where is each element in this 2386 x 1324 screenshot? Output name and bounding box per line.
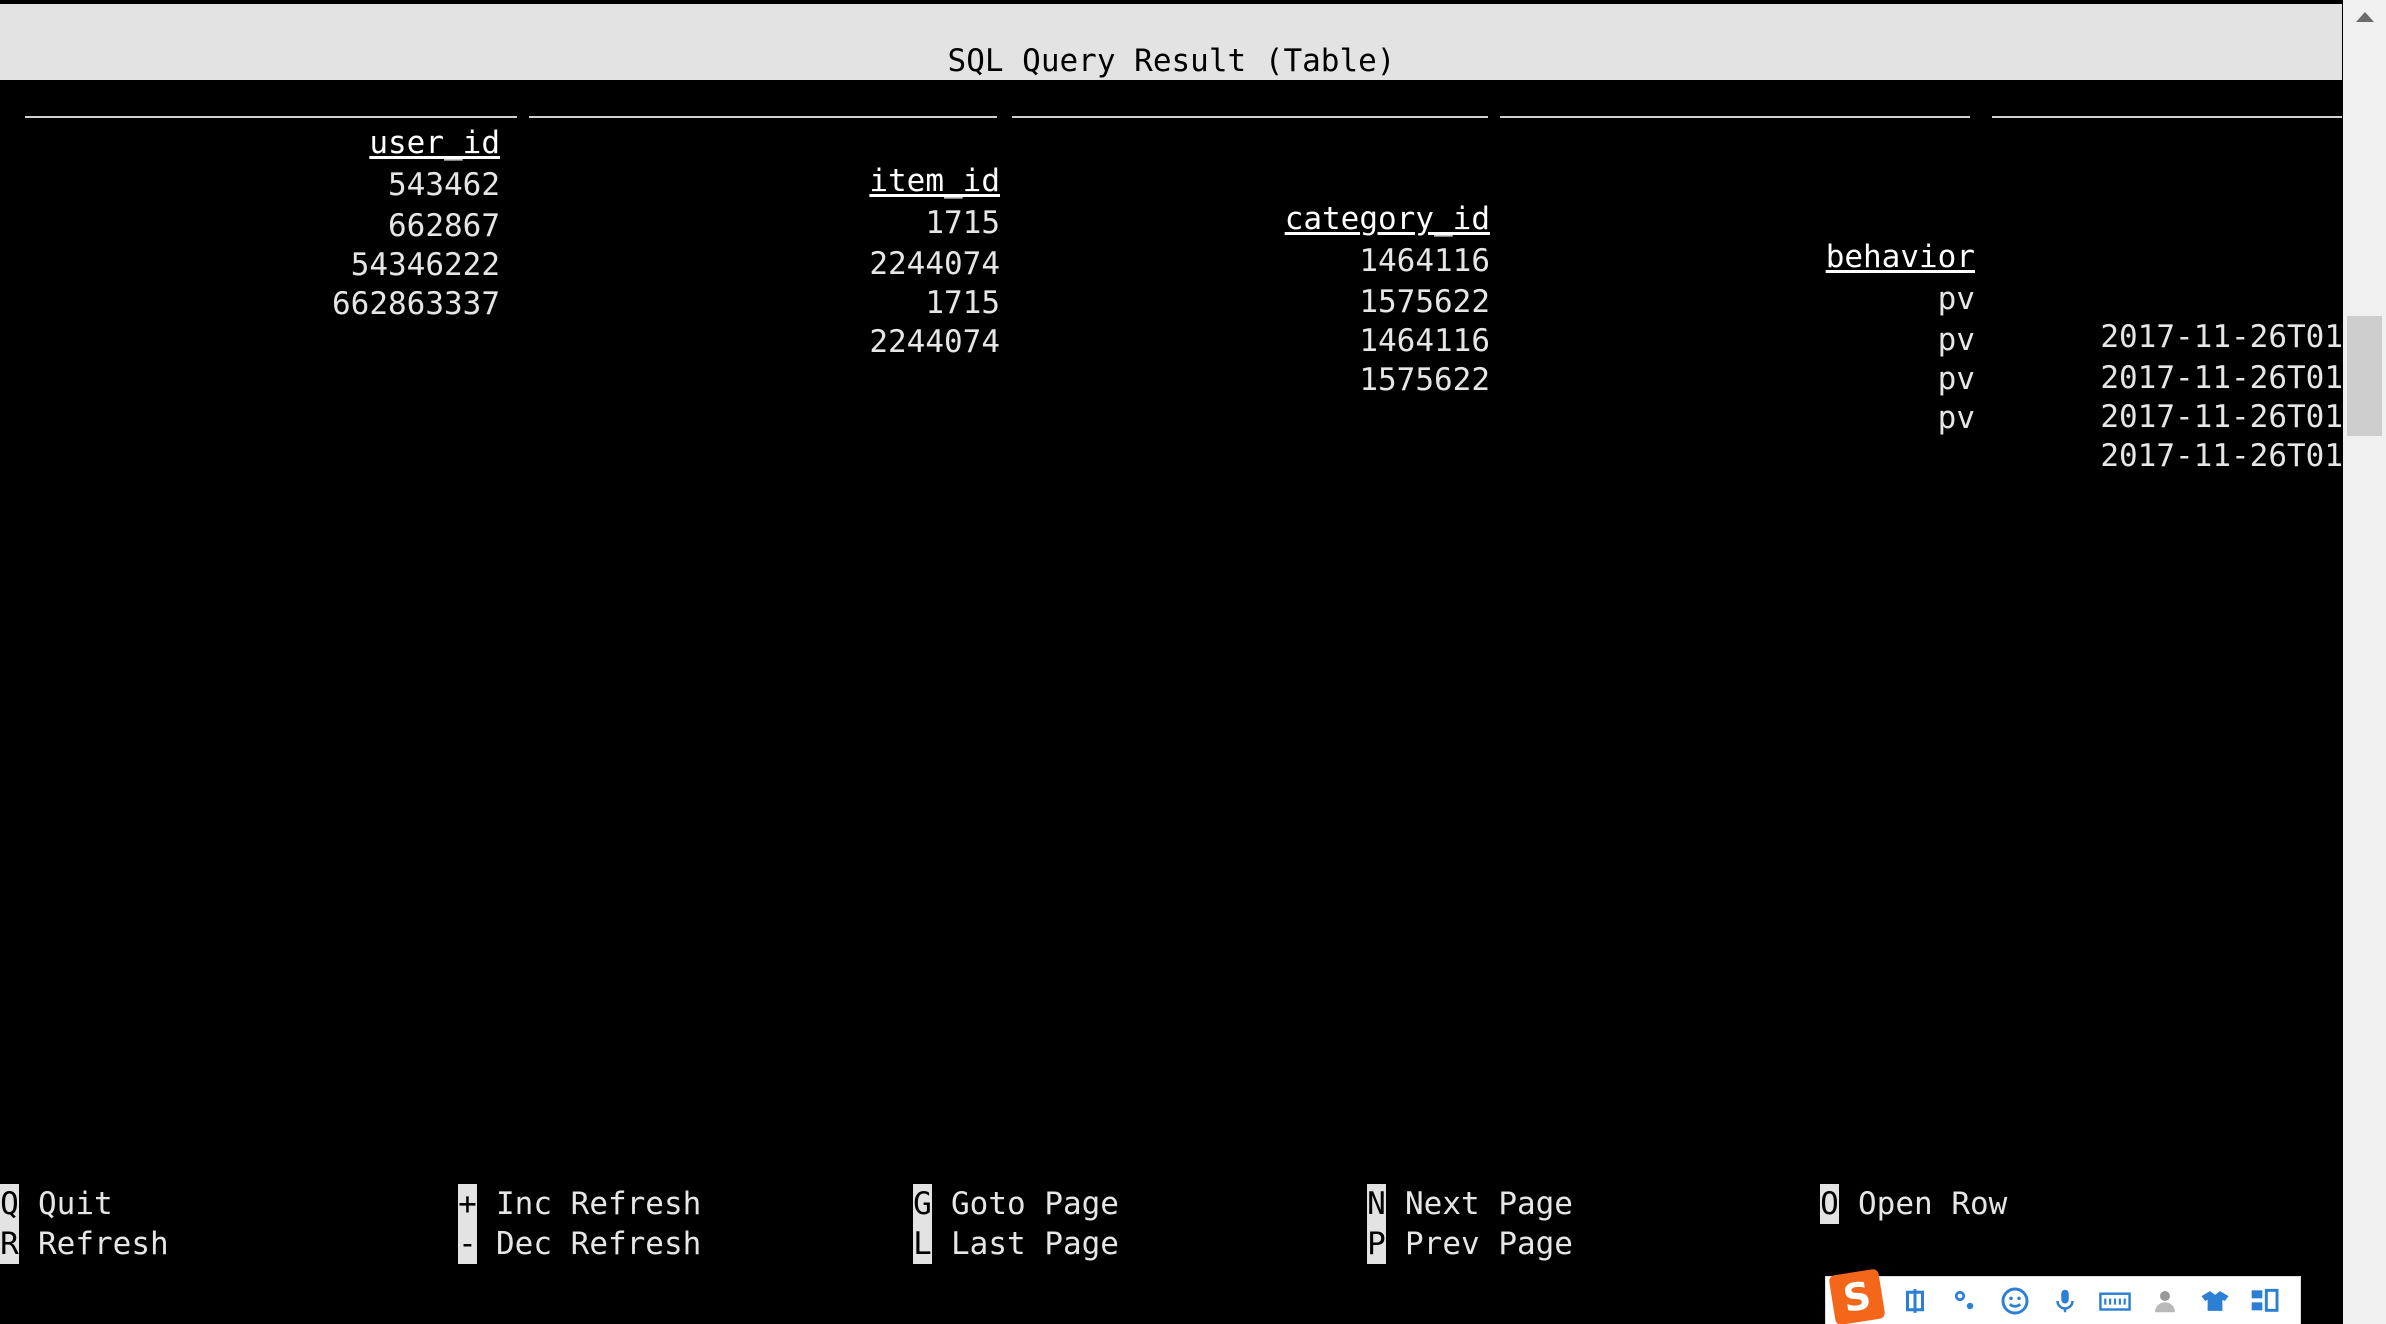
emoji-icon[interactable] — [1995, 1281, 2035, 1321]
toolbox-panel-icon[interactable] — [2245, 1281, 2285, 1321]
cell-timestamp: 2017-11-26T01 — [2100, 399, 2343, 435]
cell-behavior: pv — [1937, 281, 1975, 317]
voice-input-icon[interactable] — [2045, 1281, 2085, 1321]
shortcut-column-quit: Q Quit R Refresh — [0, 1184, 169, 1266]
header-separator-segment — [1992, 116, 2343, 118]
shortcut-key-o: O — [1820, 1184, 1839, 1224]
shortcut-key-g: G — [913, 1184, 932, 1224]
cell-item-id: 1715 — [925, 285, 1000, 321]
terminal-window: SQL Query Result (Table) Refresh: 1 s Pa… — [0, 0, 2386, 1324]
cell-timestamp: 2017-11-26T01 — [2100, 438, 2343, 474]
shortcut-label-last-page: Last Page — [951, 1226, 1119, 1262]
cell-behavior: pv — [1937, 361, 1975, 397]
shortcut-label-goto-page: Goto Page — [951, 1186, 1119, 1222]
table-row[interactable]: 543462 1715 1464116 pv 2017-11-26T01 — [0, 128, 2343, 355]
header-row-title: SQL Query Result (Table) — [0, 4, 2343, 79]
user-account-icon[interactable] — [2145, 1281, 2185, 1321]
shortcut-goto-page[interactable]: G Goto Page — [913, 1184, 1119, 1224]
chevron-up-icon — [2355, 12, 2374, 22]
ime-toolbar[interactable]: S — [1826, 1268, 2300, 1324]
table-header-row: user_id item_id category_id behavior — [0, 86, 2343, 275]
shortcut-label-dec-refresh: Dec Refresh — [496, 1226, 702, 1262]
header-row-status: Refresh: 1 s Page: Last of 1 Updated: 17… — [0, 42, 2343, 193]
shortcut-key-n: N — [1367, 1184, 1386, 1224]
query-result-table: user_id item_id category_id behavior 543… — [0, 86, 2343, 1166]
shortcut-label-next-page: Next Page — [1405, 1186, 1573, 1222]
header-separator-segment — [529, 116, 997, 118]
cell-timestamp: 2017-11-26T01 — [2100, 360, 2343, 396]
skin-theme-icon[interactable] — [2195, 1281, 2235, 1321]
shortcut-last-page[interactable]: L Last Page — [913, 1224, 1119, 1264]
cell-item-id: 2244074 — [869, 324, 1000, 360]
shortcut-column-goto: G Goto Page L Last Page — [913, 1184, 1119, 1266]
shortcut-label-refresh: Refresh — [38, 1226, 169, 1262]
shortcut-next-page[interactable]: N Next Page — [1367, 1184, 1573, 1224]
shortcut-label-inc-refresh: Inc Refresh — [496, 1186, 702, 1222]
table-row[interactable]: 54346222 1715 1464116 pv 2017-11-26T01 — [0, 208, 2343, 435]
header-separator-segment — [1012, 116, 1488, 118]
shortcut-refresh[interactable]: R Refresh — [0, 1224, 169, 1264]
shortcut-label-quit: Quit — [38, 1186, 113, 1222]
soft-keyboard-icon[interactable] — [2095, 1281, 2135, 1321]
status-header-bar: SQL Query Result (Table) Refresh: 1 s Pa… — [0, 4, 2343, 193]
shortcut-prev-page[interactable]: P Prev Page — [1367, 1224, 1573, 1264]
shortcut-key-r: R — [0, 1224, 19, 1264]
shortcut-key-l: L — [913, 1224, 932, 1264]
terminal-screen: SQL Query Result (Table) Refresh: 1 s Pa… — [0, 0, 2343, 1324]
shortcut-open-row[interactable]: O Open Row — [1820, 1184, 2007, 1224]
table-row[interactable]: 662867 2244074 1575622 pv 2017-11-26T01 — [0, 169, 2343, 396]
sogou-logo-icon[interactable]: S — [1828, 1268, 1886, 1324]
table-row[interactable]: 662863337 2244074 1575622 pv 2017-11-26T… — [0, 247, 2343, 474]
shortcut-key-minus: - — [458, 1224, 477, 1264]
cell-behavior: pv — [1937, 322, 1975, 358]
scroll-up-arrow-icon[interactable] — [2343, 0, 2386, 34]
vertical-scrollbar[interactable] — [2342, 0, 2386, 1324]
header-separator-segment — [25, 116, 517, 118]
shortcut-column-paging: N Next Page P Prev Page — [1367, 1184, 1573, 1266]
keyboard-shortcut-bar: Q Quit R Refresh + Inc Refresh - Dec Refresh… — [0, 1184, 2343, 1266]
shortcut-column-open-row: O Open Row — [1820, 1184, 2007, 1266]
cell-user-id: 662863337 — [332, 286, 500, 322]
chinese-mode-icon[interactable] — [1895, 1281, 1935, 1321]
shortcut-column-refresh-rate: + Inc Refresh - Dec Refresh — [458, 1184, 701, 1266]
punctuation-mode-icon[interactable] — [1945, 1281, 1985, 1321]
shortcut-quit[interactable]: Q Quit — [0, 1184, 169, 1224]
shortcut-key-plus: + — [458, 1184, 477, 1224]
shortcut-key-p: P — [1367, 1224, 1386, 1264]
cell-category-id: 1575622 — [1359, 362, 1490, 398]
cell-behavior: pv — [1937, 400, 1975, 436]
scrollbar-thumb[interactable] — [2347, 316, 2382, 436]
shortcut-inc-refresh[interactable]: + Inc Refresh — [458, 1184, 701, 1224]
shortcut-label-open-row: Open Row — [1858, 1186, 2008, 1222]
header-separator-segment — [1500, 116, 1970, 118]
shortcut-label-prev-page: Prev Page — [1405, 1226, 1573, 1262]
cell-category-id: 1575622 — [1359, 284, 1490, 320]
cell-timestamp: 2017-11-26T01 — [2100, 319, 2343, 355]
shortcut-key-q: Q — [0, 1184, 19, 1224]
cell-category-id: 1464116 — [1359, 323, 1490, 359]
shortcut-dec-refresh[interactable]: - Dec Refresh — [458, 1224, 701, 1264]
